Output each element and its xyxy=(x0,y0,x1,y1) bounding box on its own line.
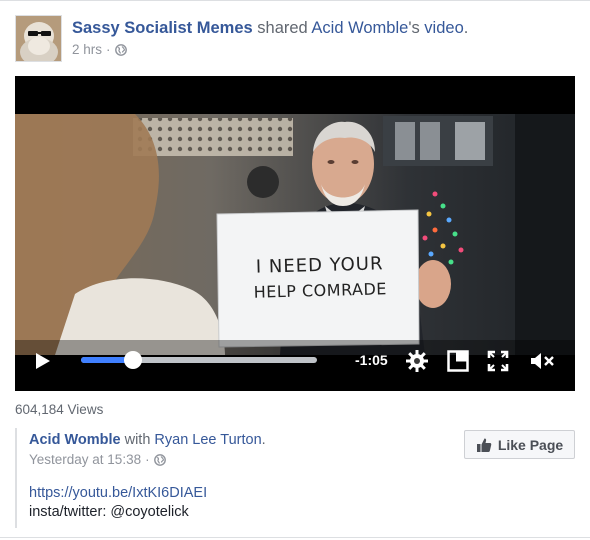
sign-text: I NEED YOUR HELP COMRADE xyxy=(229,252,410,307)
video-link[interactable]: video xyxy=(424,19,463,37)
page-avatar[interactable] xyxy=(15,15,62,62)
attribution-period: . xyxy=(261,432,266,448)
time-remaining: -1:05 xyxy=(355,352,388,368)
header-period: . xyxy=(463,19,469,37)
progress-track[interactable] xyxy=(81,351,317,369)
attribution-meta: Yesterday at 15:38 · xyxy=(29,452,166,467)
mute-icon[interactable] xyxy=(530,351,556,371)
shared-text: shared xyxy=(252,19,312,37)
video-controls: -1:05 xyxy=(15,340,575,380)
video-frame: I NEED YOUR HELP COMRADE xyxy=(15,114,575,355)
possessive-text: 's xyxy=(408,19,425,37)
avatar-image xyxy=(16,16,61,61)
play-icon[interactable] xyxy=(35,352,51,370)
social-handle-text: insta/twitter: @coyotelick xyxy=(29,504,189,520)
attribution-header: Acid Womble with Ryan Lee Turton. xyxy=(29,432,266,448)
page-name-link[interactable]: Sassy Socialist Memes xyxy=(72,19,253,37)
post-timestamp[interactable]: 2 hrs xyxy=(72,42,102,57)
globe-icon[interactable] xyxy=(153,453,166,466)
youtube-link[interactable]: https://youtu.be/IxtKI6DIAEI xyxy=(29,485,207,501)
card-bottom-border xyxy=(0,537,590,538)
attribution-timestamp[interactable]: Yesterday at 15:38 xyxy=(29,452,141,467)
thumbs-up-icon xyxy=(476,437,492,453)
progress-scrubber[interactable] xyxy=(123,351,142,369)
video-still-image xyxy=(15,114,575,355)
attribution-author-link[interactable]: Acid Womble xyxy=(29,432,121,448)
sign-line-2: HELP COMRADE xyxy=(253,279,388,302)
post-meta: 2 hrs · xyxy=(72,42,127,57)
tagged-user-link[interactable]: Ryan Lee Turton xyxy=(154,432,261,448)
with-text: with xyxy=(120,432,155,448)
globe-icon[interactable] xyxy=(114,43,127,56)
video-player[interactable]: I NEED YOUR HELP COMRADE -1:05 xyxy=(15,76,575,391)
original-author-link[interactable]: Acid Womble xyxy=(311,19,408,37)
meta-separator: · xyxy=(106,42,111,57)
like-page-button[interactable]: Like Page xyxy=(464,430,575,459)
pip-icon[interactable] xyxy=(447,350,469,372)
like-page-label: Like Page xyxy=(497,436,564,453)
fullscreen-icon[interactable] xyxy=(487,350,509,372)
card-top-border xyxy=(0,0,590,1)
attribution-separator: · xyxy=(145,452,150,467)
view-count: 604,184 Views xyxy=(15,402,104,417)
settings-icon[interactable] xyxy=(405,349,429,373)
post-header: Sassy Socialist Memes shared Acid Womble… xyxy=(72,19,468,38)
